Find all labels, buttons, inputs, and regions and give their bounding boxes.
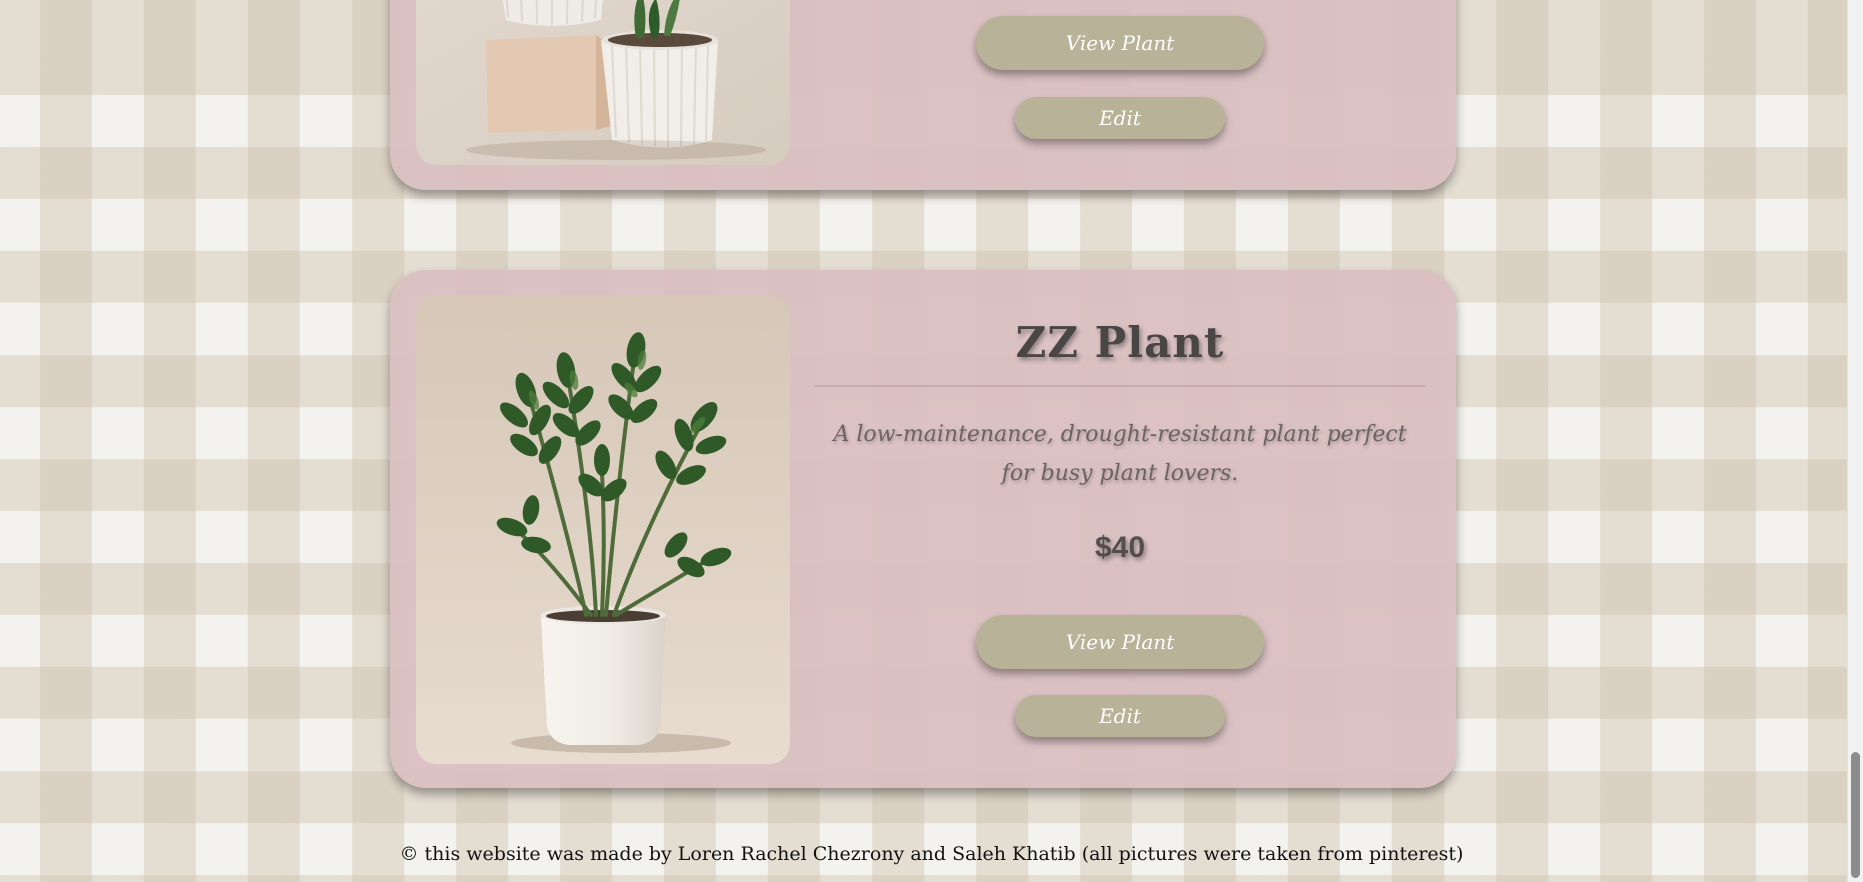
product-card: View Plant Edit — [390, 0, 1456, 190]
white-pots-plant-photo-icon — [416, 0, 790, 165]
product-info: ZZ Plant A low-maintenance, drought-resi… — [810, 270, 1430, 788]
view-plant-button[interactable]: View Plant — [976, 615, 1264, 669]
scrollbar-thumb[interactable] — [1851, 752, 1860, 878]
plant-image — [416, 0, 790, 165]
view-plant-button[interactable]: View Plant — [976, 16, 1264, 70]
plant-name: ZZ Plant — [1015, 318, 1225, 367]
product-info: View Plant Edit — [810, 0, 1430, 190]
plant-description: A low-maintenance, drought-resistant pla… — [833, 422, 1407, 486]
edit-button[interactable]: Edit — [1015, 695, 1225, 737]
product-card: ZZ Plant A low-maintenance, drought-resi… — [390, 270, 1456, 788]
plant-price: $40 — [1094, 531, 1146, 564]
edit-button[interactable]: Edit — [1015, 97, 1225, 139]
vertical-scrollbar[interactable] — [1847, 0, 1863, 882]
footer-credit: © this website was made by Loren Rachel … — [399, 843, 1464, 865]
zz-plant-photo-icon — [416, 295, 790, 764]
plant-image — [416, 295, 790, 764]
divider — [815, 385, 1425, 387]
